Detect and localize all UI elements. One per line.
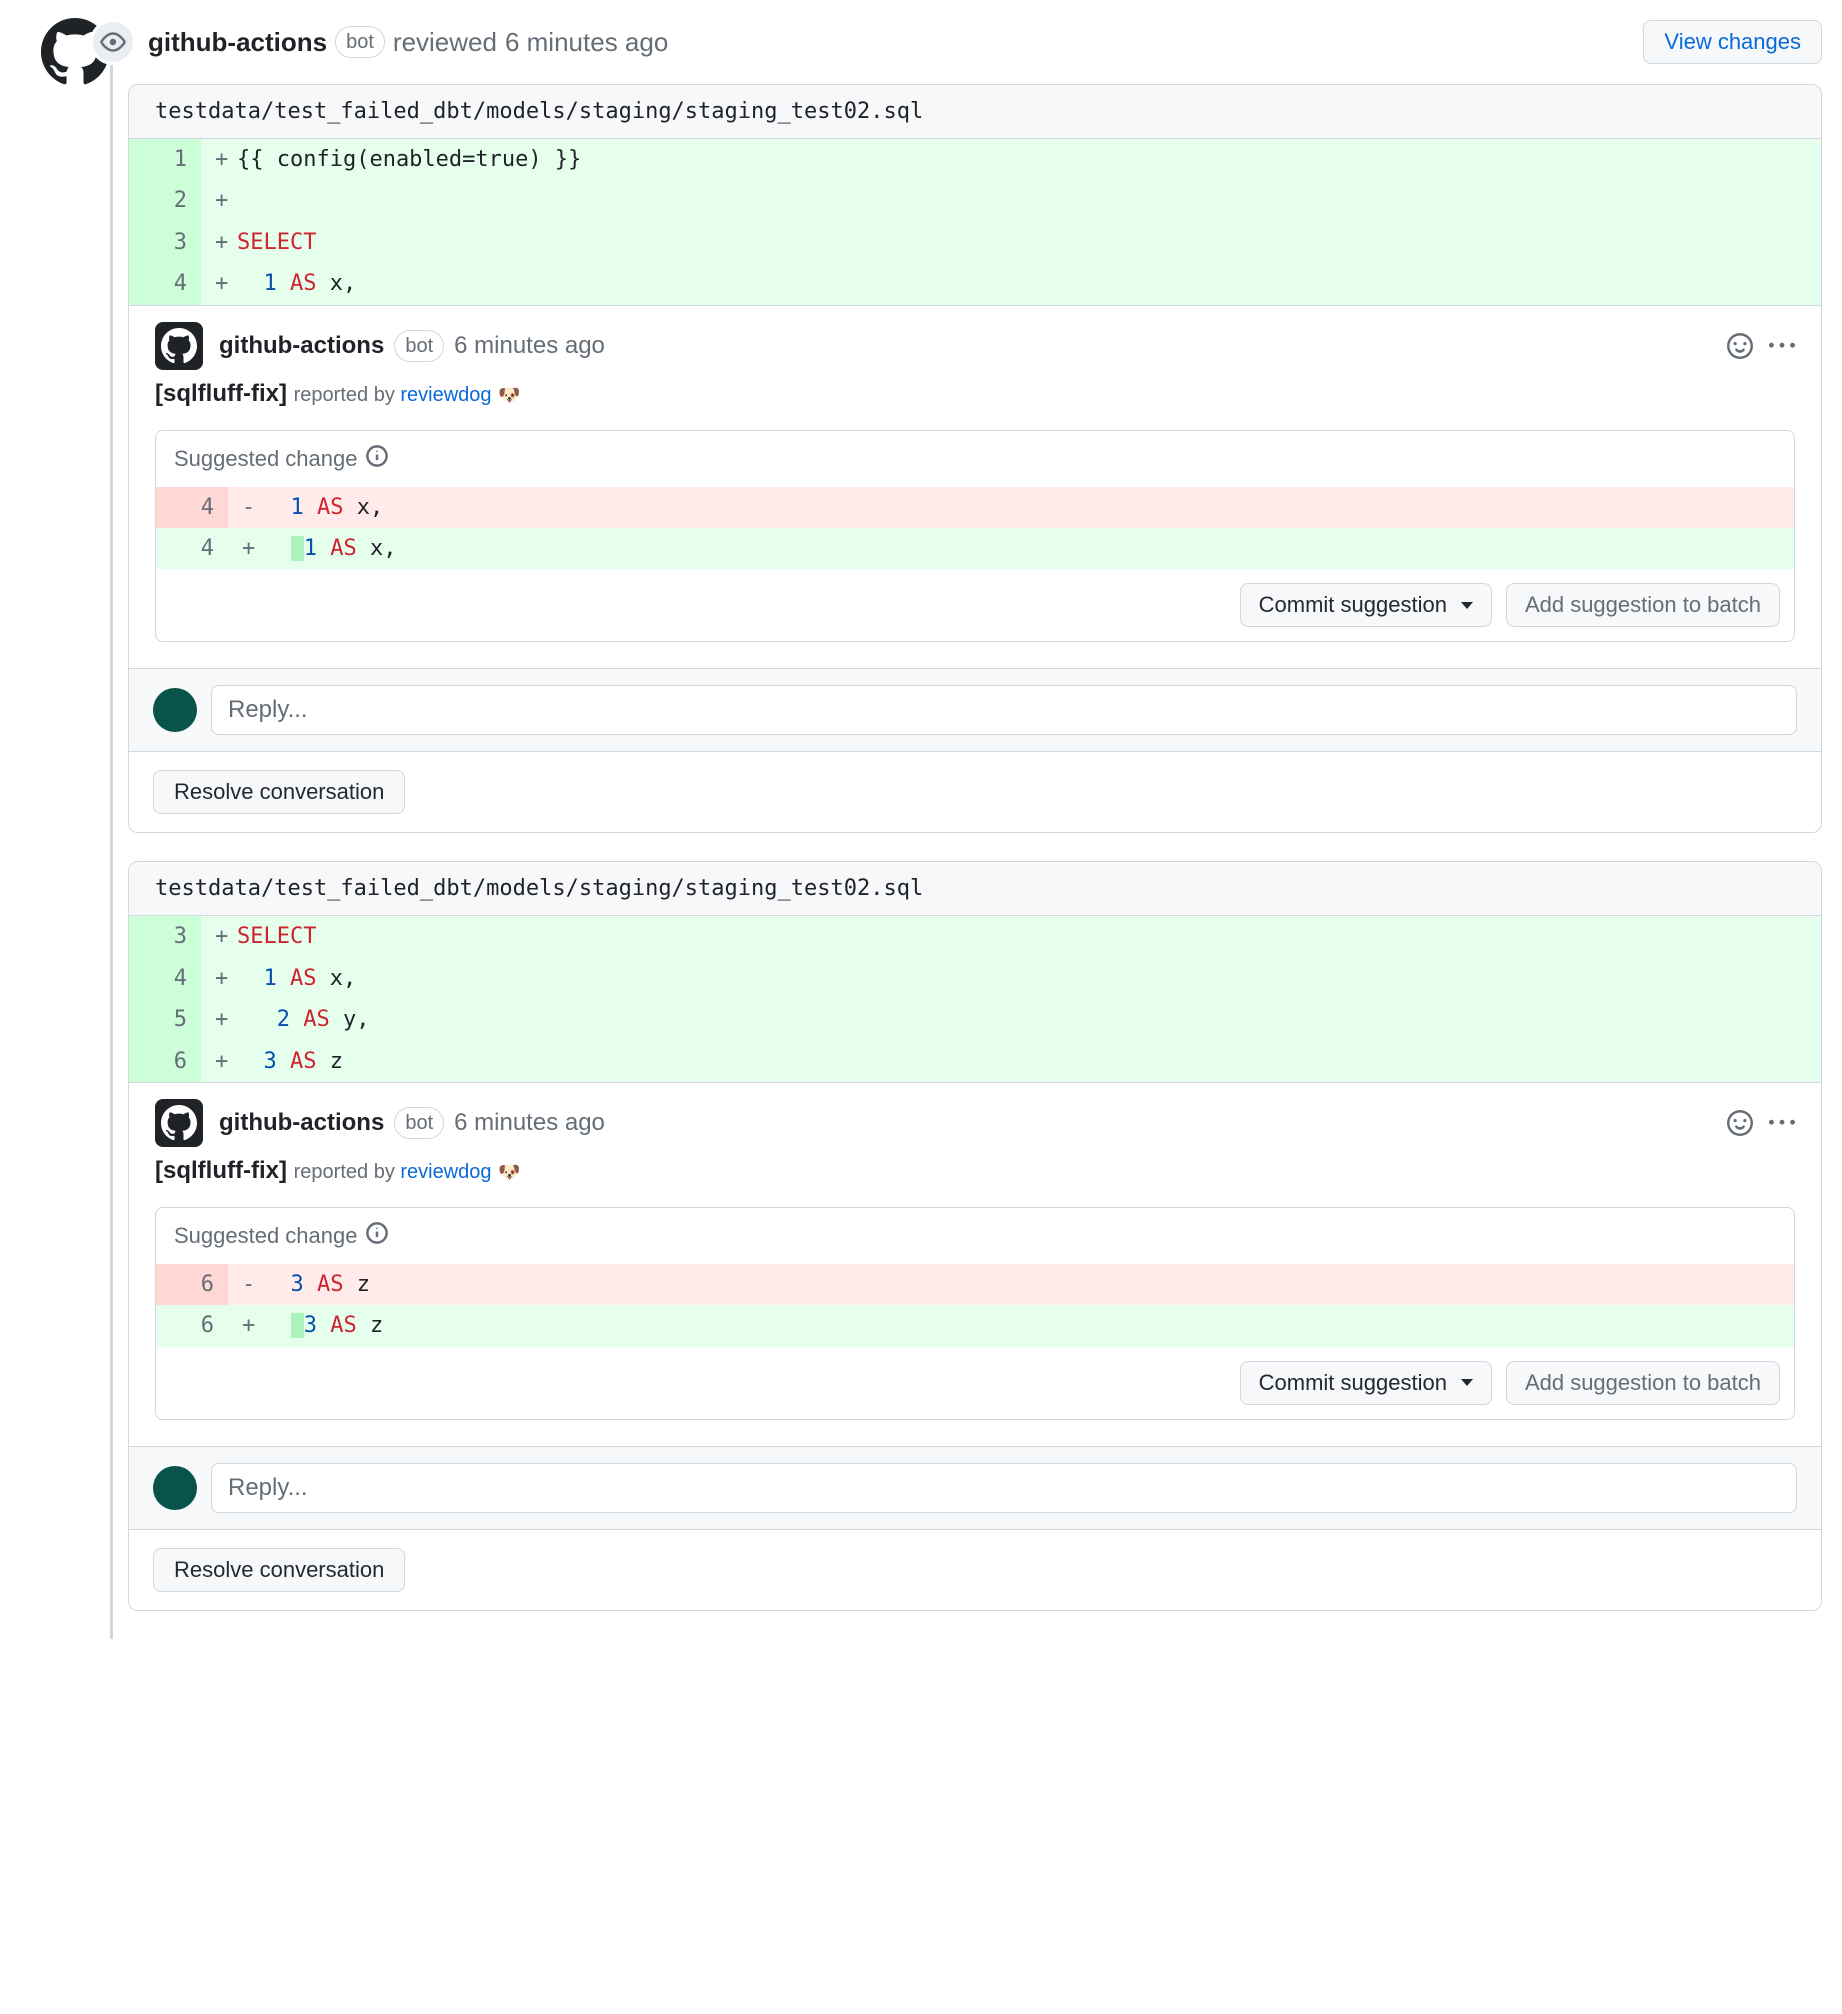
dog-icon: 🐶 [498, 385, 520, 405]
suggestion-label: Suggested change [174, 446, 358, 472]
review-thread: testdata/test_failed_dbt/models/staging/… [128, 861, 1822, 1610]
reply-input[interactable]: Reply... [211, 1463, 1797, 1513]
suggestion-box: Suggested change 4- 1 AS x,4+ 1 AS x, Co… [155, 430, 1795, 643]
current-user-avatar[interactable] [153, 1466, 197, 1510]
diff-line: +{{ config(enabled=true) }} [201, 139, 1821, 180]
reported-by-link[interactable]: reviewdog [400, 384, 491, 406]
review-status-badge [90, 19, 136, 65]
line-number: 3 [129, 222, 201, 263]
file-path[interactable]: testdata/test_failed_dbt/models/staging/… [129, 862, 1821, 916]
resolve-conversation-button[interactable]: Resolve conversation [153, 770, 405, 814]
diff-line: + 2 AS y, [201, 999, 1821, 1040]
timeline-line [110, 20, 113, 1639]
review-thread: testdata/test_failed_dbt/models/staging/… [128, 84, 1822, 833]
current-user-avatar[interactable] [153, 688, 197, 732]
add-suggestion-batch-button[interactable]: Add suggestion to batch [1506, 583, 1780, 627]
line-number: 6 [129, 1041, 201, 1082]
reply-input[interactable]: Reply... [211, 685, 1797, 735]
reported-by-label: reported by [294, 1161, 401, 1183]
suggestion-diff: 4- 1 AS x,4+ 1 AS x, [156, 487, 1794, 570]
line-number: 6 [156, 1305, 228, 1346]
kebab-menu-icon[interactable] [1769, 1110, 1795, 1136]
reported-by-link[interactable]: reviewdog [400, 1161, 491, 1183]
eye-icon [100, 29, 126, 55]
review-header: github-actions bot reviewed 6 minutes ag… [128, 20, 1822, 64]
diff-line: + 1 AS x, [201, 958, 1821, 999]
review-time[interactable]: 6 minutes ago [505, 27, 668, 58]
comment-time[interactable]: 6 minutes ago [454, 1109, 605, 1137]
line-number: 3 [129, 916, 201, 957]
diff-line: + 1 AS x, [201, 263, 1821, 304]
commenter-avatar[interactable] [155, 1099, 203, 1147]
bot-badge: bot [335, 26, 385, 58]
caret-down-icon [1461, 1379, 1473, 1386]
reply-row: Reply... [129, 1446, 1821, 1529]
commit-suggestion-button[interactable]: Commit suggestion [1240, 1361, 1492, 1405]
suggestion-diff: 6- 3 AS z6+ 3 AS z [156, 1264, 1794, 1347]
emoji-react-icon[interactable] [1727, 1110, 1753, 1136]
caret-down-icon [1461, 602, 1473, 609]
line-number: 4 [129, 958, 201, 999]
comment-title: [sqlfluff-fix] [155, 380, 287, 407]
line-number: 2 [129, 180, 201, 221]
diff-line-addition: + 3 AS z [228, 1305, 1794, 1346]
line-number: 4 [156, 487, 228, 528]
diff-line-deletion: - 3 AS z [228, 1264, 1794, 1305]
resolve-conversation-button[interactable]: Resolve conversation [153, 1548, 405, 1592]
line-number: 1 [129, 139, 201, 180]
review-action: reviewed [393, 27, 497, 58]
dog-icon: 🐶 [498, 1162, 520, 1182]
commenter-avatar[interactable] [155, 322, 203, 370]
line-number: 6 [156, 1264, 228, 1305]
commenter-name[interactable]: github-actions [219, 332, 384, 360]
diff-context: 1+{{ config(enabled=true) }}2+3+SELECT4+… [129, 139, 1821, 305]
reply-row: Reply... [129, 668, 1821, 751]
add-suggestion-batch-button[interactable]: Add suggestion to batch [1506, 1361, 1780, 1405]
review-comment: github-actions bot 6 minutes ago [sqlflu… [129, 1082, 1821, 1446]
commenter-name[interactable]: github-actions [219, 1109, 384, 1137]
diff-line: + [201, 180, 1821, 221]
diff-context: 3+SELECT4+ 1 AS x,5+ 2 AS y,6+ 3 AS z [129, 916, 1821, 1082]
diff-line-addition: + 1 AS x, [228, 528, 1794, 569]
diff-line: +SELECT [201, 222, 1821, 263]
bot-badge: bot [394, 330, 444, 362]
kebab-menu-icon[interactable] [1769, 333, 1795, 359]
review-comment: github-actions bot 6 minutes ago [sqlflu… [129, 305, 1821, 669]
diff-line-deletion: - 1 AS x, [228, 487, 1794, 528]
line-number: 4 [129, 263, 201, 304]
commit-suggestion-button[interactable]: Commit suggestion [1240, 583, 1492, 627]
file-path[interactable]: testdata/test_failed_dbt/models/staging/… [129, 85, 1821, 139]
view-changes-button[interactable]: View changes [1643, 20, 1822, 64]
emoji-react-icon[interactable] [1727, 333, 1753, 359]
info-icon[interactable] [366, 445, 388, 473]
suggestion-label: Suggested change [174, 1223, 358, 1249]
comment-time[interactable]: 6 minutes ago [454, 332, 605, 360]
diff-line: + 3 AS z [201, 1041, 1821, 1082]
suggestion-box: Suggested change 6- 3 AS z6+ 3 AS z Comm… [155, 1207, 1795, 1420]
info-icon[interactable] [366, 1222, 388, 1250]
comment-title: [sqlfluff-fix] [155, 1157, 287, 1184]
reported-by-label: reported by [294, 384, 401, 406]
diff-line: +SELECT [201, 916, 1821, 957]
line-number: 4 [156, 528, 228, 569]
line-number: 5 [129, 999, 201, 1040]
bot-badge: bot [394, 1107, 444, 1139]
actor-name[interactable]: github-actions [148, 27, 327, 58]
